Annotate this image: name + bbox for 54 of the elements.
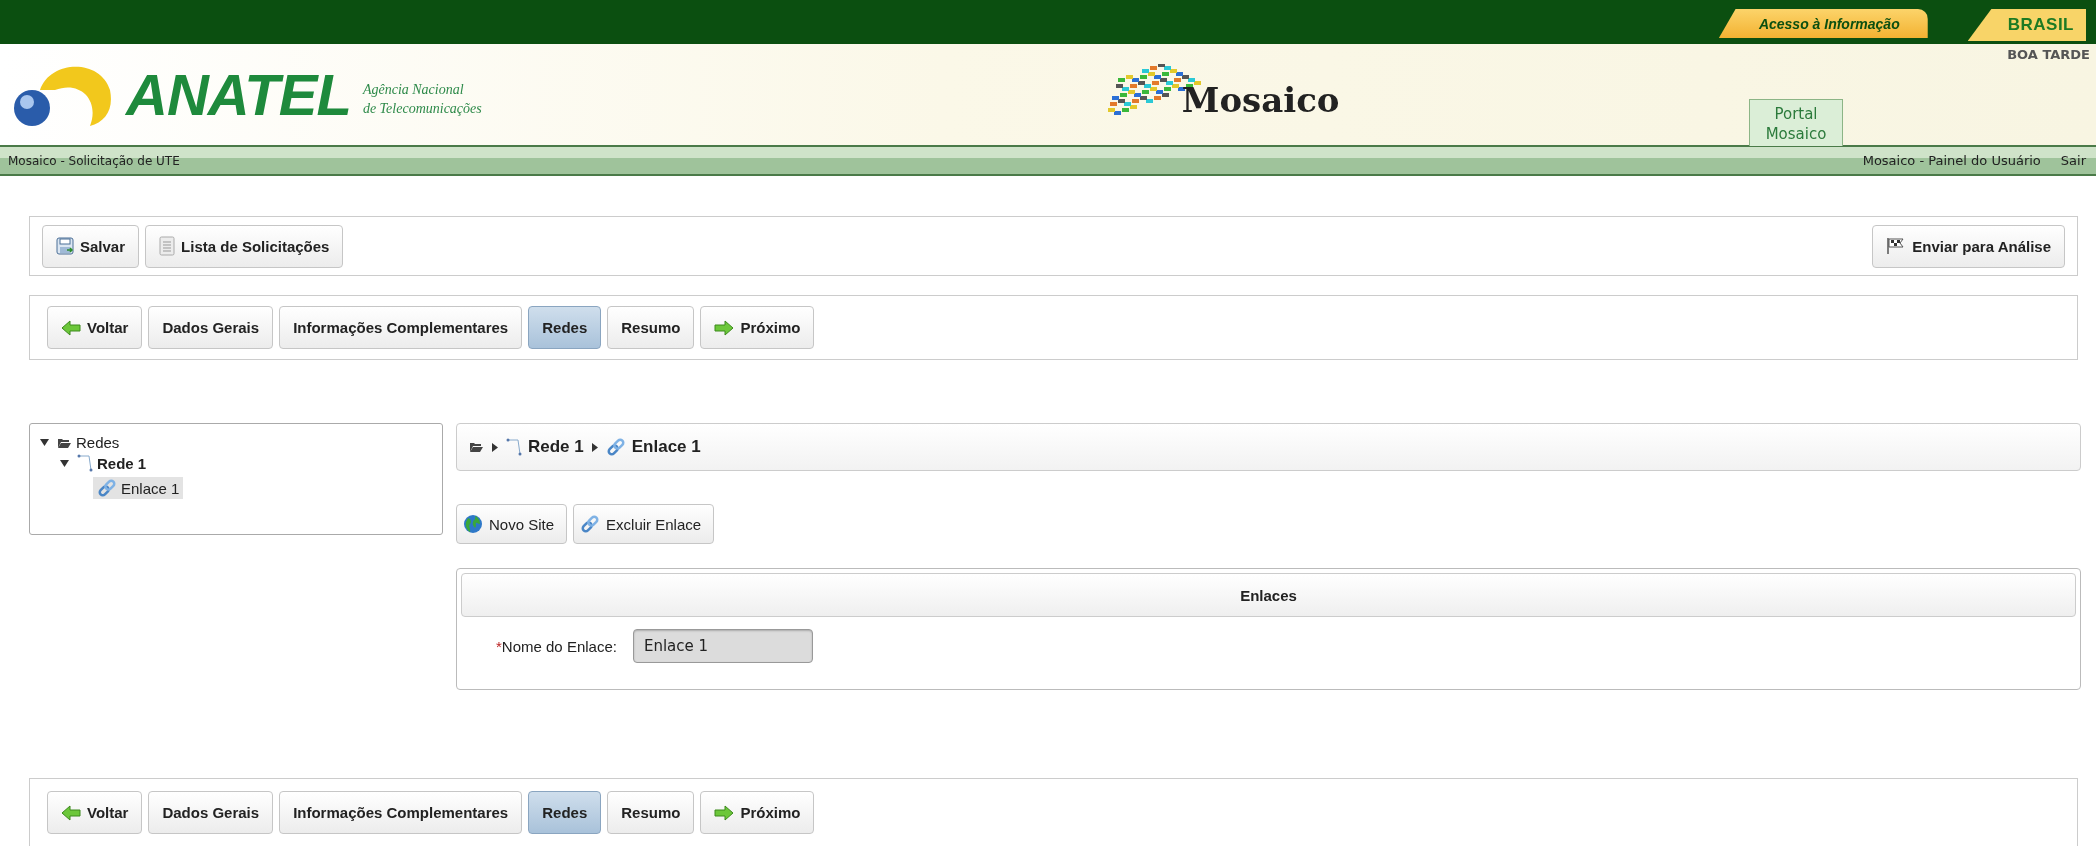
line-network-icon: [506, 437, 522, 457]
toolbar-button[interactable]: Lista de Solicitações: [145, 224, 344, 268]
step-tab[interactable]: Informações Complementares: [279, 791, 523, 834]
step-tab[interactable]: Redes: [528, 791, 602, 834]
step-tab[interactable]: Resumo: [607, 306, 695, 349]
chain-link-icon: [580, 514, 601, 534]
left-arrow-icon: [61, 319, 81, 336]
line-network-icon: [77, 453, 93, 473]
brasil-link[interactable]: BRASIL: [1967, 9, 2086, 41]
flag-icon: [1886, 237, 1907, 255]
chain-link-icon: [97, 478, 117, 498]
step-tab[interactable]: Dados Gerais: [148, 791, 274, 834]
field-label: Nome do Enlace:: [501, 637, 617, 655]
greeting-text: BOA TARDE: [2007, 47, 2090, 62]
right-arrow-icon: [714, 319, 735, 336]
back-button[interactable]: Voltar: [47, 791, 143, 834]
panel-header: Enlaces: [461, 573, 2076, 617]
caret-icon: [492, 442, 498, 452]
action-button[interactable]: Excluir Enlace: [573, 504, 715, 544]
page-title: Mosaico - Solicitação de UTE: [8, 153, 180, 168]
folder-icon: [469, 441, 484, 453]
globe-icon: [463, 514, 483, 534]
header-link[interactable]: Sair: [2060, 153, 2086, 168]
toolbar-button[interactable]: Salvar: [42, 224, 140, 268]
access-information-link[interactable]: Acesso à Informação: [1718, 9, 1928, 38]
breadcrumb-item[interactable]: Enlace 1: [631, 437, 701, 457]
expanded-triangle-icon[interactable]: [40, 439, 49, 446]
tree-item[interactable]: Redes: [53, 433, 124, 452]
next-button[interactable]: Próximo: [700, 306, 815, 349]
folder-icon: [57, 436, 72, 449]
next-button[interactable]: Próximo: [700, 791, 815, 834]
header-link[interactable]: Mosaico - Painel do Usuário: [1862, 153, 2041, 168]
required-mark: *: [496, 637, 502, 655]
right-arrow-icon: [714, 804, 735, 821]
back-button[interactable]: Voltar: [47, 306, 143, 349]
action-button[interactable]: Novo Site: [456, 504, 568, 544]
send-button[interactable]: Enviar para Análise: [1872, 224, 2065, 268]
document-icon: [159, 236, 176, 256]
tree-item[interactable]: Enlace 1: [93, 477, 184, 499]
caret-icon: [591, 442, 598, 452]
step-tab[interactable]: Redes: [528, 306, 602, 349]
expanded-triangle-icon[interactable]: [60, 459, 69, 467]
anatel-logo-text: ANATEL: [126, 61, 351, 128]
step-tab[interactable]: Dados Gerais: [148, 306, 274, 349]
breadcrumb-item[interactable]: Rede 1: [528, 437, 584, 457]
step-tab[interactable]: Resumo: [607, 791, 695, 834]
step-tab[interactable]: Informações Complementares: [279, 306, 523, 349]
agency-name-text: de Telecomunicações: [362, 99, 482, 118]
chain-link-icon: [605, 437, 626, 457]
portal-tab[interactable]: Portal Mosaico: [1749, 99, 1843, 146]
tree-item[interactable]: Rede 1: [73, 452, 151, 474]
left-arrow-icon: [61, 804, 81, 821]
mosaico-logo-text: Mosaico: [1181, 79, 1340, 120]
agency-name-text: Agência Nacional: [362, 80, 465, 99]
